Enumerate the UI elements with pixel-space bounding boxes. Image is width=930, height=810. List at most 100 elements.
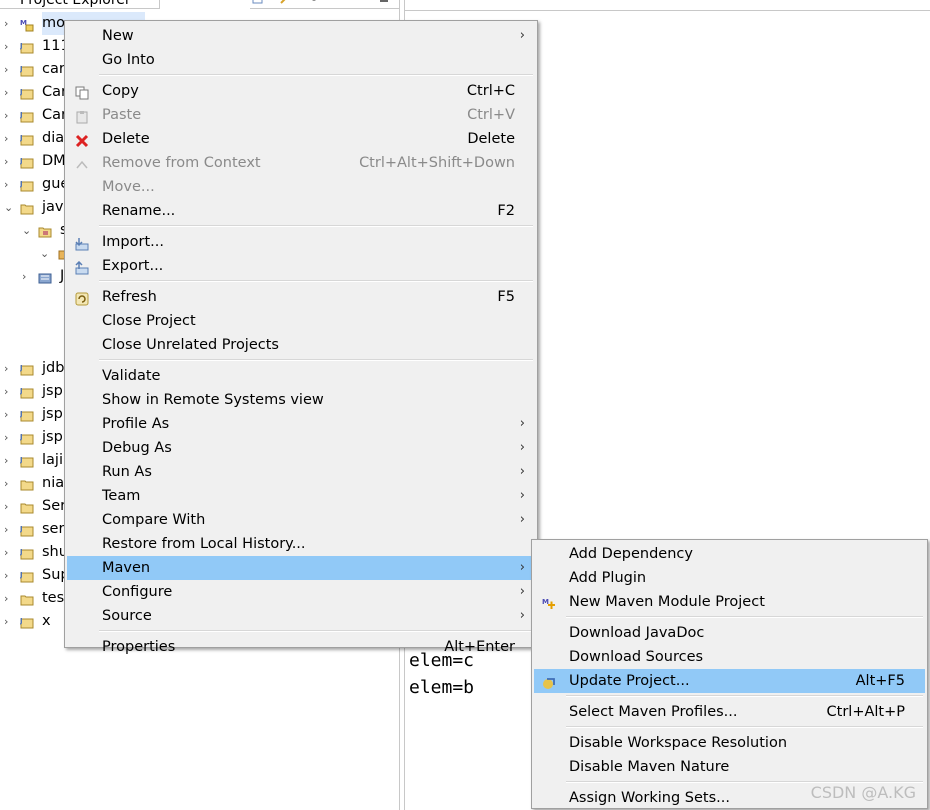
menu-item-copy[interactable]: Copy Ctrl+C xyxy=(67,79,535,103)
menu-item-source[interactable]: Source › xyxy=(67,604,535,628)
menu-item-show-in-remote-systems-view[interactable]: Show in Remote Systems view xyxy=(67,388,535,412)
folder-icon xyxy=(20,477,34,491)
chevron-right-icon[interactable]: › xyxy=(4,35,14,58)
menu-item-label: New xyxy=(102,28,134,44)
copy-icon xyxy=(75,84,89,100)
menu-item-team[interactable]: Team › xyxy=(67,484,535,508)
menu-item-run-as[interactable]: Run As › xyxy=(67,460,535,484)
chevron-right-icon[interactable]: › xyxy=(4,610,14,633)
menu-item-delete[interactable]: Delete Delete xyxy=(67,127,535,151)
chevron-right-icon[interactable]: › xyxy=(4,173,14,196)
svg-text:J: J xyxy=(20,525,23,533)
menu-item-new[interactable]: New › xyxy=(67,24,535,48)
menu-item-refresh[interactable]: Refresh F5 xyxy=(67,285,535,309)
tree-item[interactable]: › Jjsp xyxy=(0,426,70,449)
menu-item-add-dependency[interactable]: Add Dependency xyxy=(534,542,925,566)
menu-item-add-plugin[interactable]: Add Plugin xyxy=(534,566,925,590)
tree-item[interactable]: › Ser xyxy=(0,495,70,518)
tree-item[interactable]: › nia xyxy=(0,472,70,495)
java-project-icon: J xyxy=(19,86,34,100)
tree-item[interactable]: › Jlaji xyxy=(0,449,70,472)
tree-item[interactable]: › J DM xyxy=(0,150,70,173)
menu-item-download-javadoc[interactable]: Download JavaDoc xyxy=(534,621,925,645)
tree-item[interactable]: › Jx xyxy=(0,610,70,633)
menu-item-close-project[interactable]: Close Project xyxy=(67,309,535,333)
menu-item-export[interactable]: Export... xyxy=(67,254,535,278)
chevron-right-icon[interactable]: › xyxy=(4,426,14,449)
menu-item-disable-workspace-resolution[interactable]: Disable Workspace Resolution xyxy=(534,731,925,755)
tree-item[interactable]: › Mmo xyxy=(0,12,145,35)
tree-item[interactable]: › J 111 xyxy=(0,35,70,58)
menu-item-debug-as[interactable]: Debug As › xyxy=(67,436,535,460)
menu-item-label: Move... xyxy=(102,179,155,195)
menu-item-properties[interactable]: Properties Alt+Enter xyxy=(67,635,535,659)
tree-item-label: laji xyxy=(42,452,63,468)
tree-item-label: jsp xyxy=(42,383,63,399)
java-project-icon: J xyxy=(19,431,34,445)
tree-item[interactable]: › J Car xyxy=(0,104,70,127)
menu-item-compare-with[interactable]: Compare With › xyxy=(67,508,535,532)
tree-item[interactable]: › Jdia xyxy=(0,127,70,150)
menu-item-disable-maven-nature[interactable]: Disable Maven Nature xyxy=(534,755,925,779)
menu-item-download-sources[interactable]: Download Sources xyxy=(534,645,925,669)
chevron-down-icon[interactable]: ⌄ xyxy=(40,242,50,265)
tree-item[interactable]: › Jcar xyxy=(0,58,70,81)
menu-item-go-into[interactable]: Go Into xyxy=(67,48,535,72)
tree-item[interactable]: › J xyxy=(0,265,70,288)
chevron-right-icon[interactable]: › xyxy=(4,12,14,35)
chevron-right-icon[interactable]: › xyxy=(4,357,14,380)
tree-item[interactable]: ⌄s xyxy=(0,219,70,242)
chevron-right-icon[interactable]: › xyxy=(22,265,32,288)
tree-item[interactable]: › tes xyxy=(0,587,70,610)
collapse-all-icon[interactable] xyxy=(252,0,264,4)
chevron-right-icon[interactable]: › xyxy=(4,403,14,426)
tree-item[interactable]: › Jshu xyxy=(0,541,70,564)
chevron-right-icon[interactable]: › xyxy=(4,495,14,518)
tree-item-label: DM xyxy=(42,153,66,169)
menu-item-import[interactable]: Import... xyxy=(67,230,535,254)
menu-separator xyxy=(99,74,533,76)
chevron-right-icon[interactable]: › xyxy=(4,104,14,127)
tree-item[interactable]: › J Car xyxy=(0,81,70,104)
submenu-arrow-icon: › xyxy=(519,416,525,431)
tree-item[interactable]: › Jjsp xyxy=(0,403,70,426)
chevron-right-icon[interactable]: › xyxy=(4,587,14,610)
menu-item-configure[interactable]: Configure › xyxy=(67,580,535,604)
menu-item-label: Maven xyxy=(102,560,151,576)
menu-item-update-project[interactable]: Update Project... Alt+F5 xyxy=(534,669,925,693)
menu-item-new-maven-module-project[interactable]: M New Maven Module Project xyxy=(534,590,925,614)
chevron-right-icon[interactable]: › xyxy=(4,58,14,81)
menu-item-maven[interactable]: Maven › xyxy=(67,556,535,580)
menu-item-label: Debug As xyxy=(102,440,172,456)
project-explorer-tab[interactable]: Project Explorer xyxy=(0,0,160,9)
chevron-right-icon[interactable]: › xyxy=(4,518,14,541)
tree-item[interactable]: ⌄ java xyxy=(0,196,72,219)
menu-item-validate[interactable]: Validate xyxy=(67,364,535,388)
menu-item-close-unrelated-projects[interactable]: Close Unrelated Projects xyxy=(67,333,535,357)
chevron-right-icon[interactable]: › xyxy=(4,472,14,495)
menu-item-rename[interactable]: Rename... F2 xyxy=(67,199,535,223)
chevron-right-icon[interactable]: › xyxy=(4,380,14,403)
view-menu-icon[interactable] xyxy=(308,0,320,4)
tree-item[interactable]: › J Sup xyxy=(0,564,70,587)
tree-item[interactable]: › Jser xyxy=(0,518,70,541)
tree-item[interactable]: › Jjdb xyxy=(0,357,70,380)
minimize-view-icon[interactable] xyxy=(378,0,390,4)
chevron-right-icon[interactable]: › xyxy=(4,541,14,564)
tree-item[interactable]: › Jjsp xyxy=(0,380,70,403)
tree-item[interactable]: ⌄ xyxy=(0,242,70,265)
chevron-right-icon[interactable]: › xyxy=(4,564,14,587)
menu-item-select-maven-profiles[interactable]: Select Maven Profiles... Ctrl+Alt+P xyxy=(534,700,925,724)
chevron-down-icon[interactable]: ⌄ xyxy=(4,196,14,219)
chevron-right-icon[interactable]: › xyxy=(4,127,14,150)
chevron-down-icon[interactable]: ⌄ xyxy=(22,219,32,242)
chevron-right-icon[interactable]: › xyxy=(4,449,14,472)
chevron-right-icon[interactable]: › xyxy=(4,150,14,173)
link-editor-icon[interactable] xyxy=(274,0,286,4)
project-context-menu: New › Go Into Copy Ctrl+C Paste Ctrl+V Delete De… xyxy=(64,20,538,655)
watermark: CSDN @A.KG xyxy=(810,783,916,802)
tree-item[interactable]: › Jgue xyxy=(0,173,70,196)
menu-item-restore-from-local-history[interactable]: Restore from Local History... xyxy=(67,532,535,556)
menu-item-profile-as[interactable]: Profile As › xyxy=(67,412,535,436)
chevron-right-icon[interactable]: › xyxy=(4,81,14,104)
